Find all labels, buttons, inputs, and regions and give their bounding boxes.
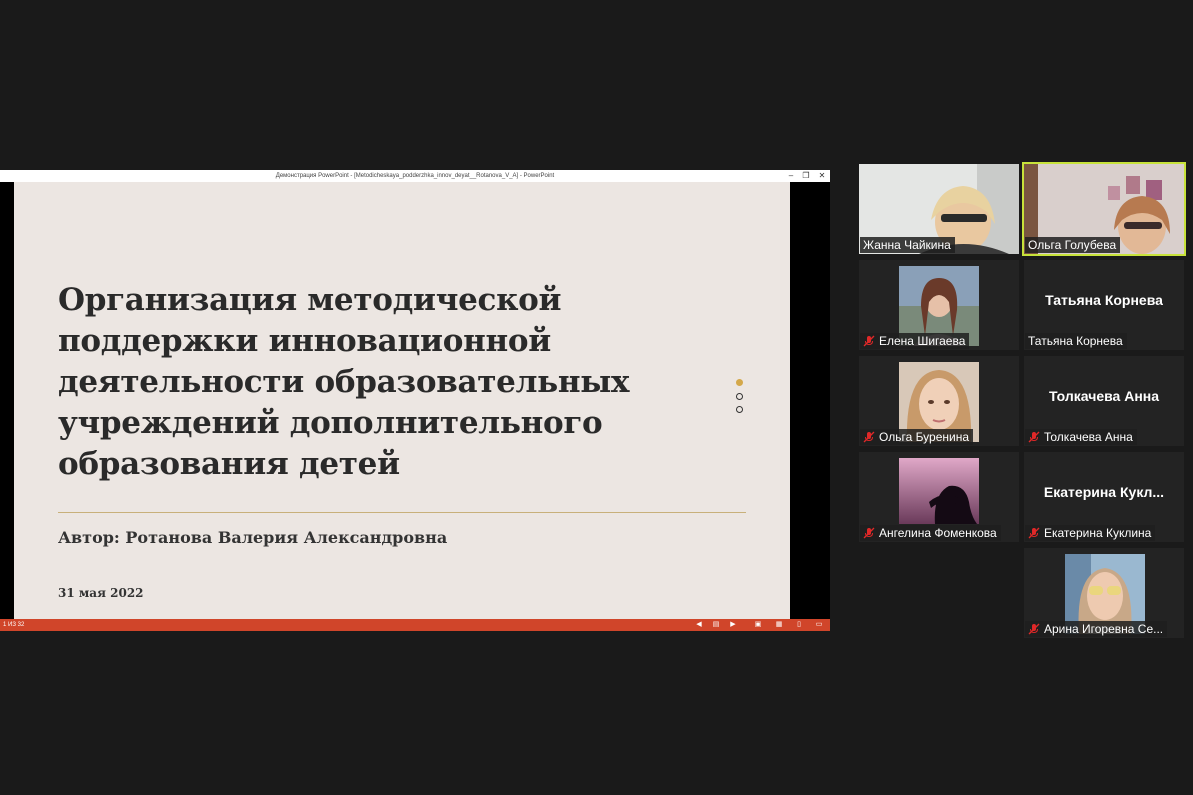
shared-screen: Демонстрация PowerPoint - [Metodicheskay…	[0, 170, 830, 631]
ppt-statusbar: 1 ИЗ 32 ◀ ▤ ▶ ▣ ▦ ▯ ▭	[0, 619, 830, 631]
slide-title-line: деятельности образовательных	[58, 364, 630, 400]
participant-name: Толкачева Анна	[1044, 430, 1133, 444]
mic-muted-icon	[863, 335, 875, 347]
slide-title-line: Организация методической	[58, 282, 562, 318]
slide-menu-icon[interactable]: ▤	[712, 621, 720, 629]
participant-tile[interactable]: Арина Игоревна Се...	[1024, 548, 1184, 638]
participant-name: Татьяна Корнева	[1028, 334, 1123, 348]
mic-muted-icon	[1028, 431, 1040, 443]
participant-tile[interactable]: Елена Шигаева	[859, 260, 1019, 350]
slideshow-icon[interactable]: ▭	[815, 621, 823, 629]
ppt-titlebar: Демонстрация PowerPoint - [Metodicheskay…	[0, 170, 830, 182]
mic-muted-icon	[1028, 623, 1040, 635]
dot	[736, 392, 743, 400]
participant-tile[interactable]: Жанна Чайкина	[859, 164, 1019, 254]
participant-video	[899, 458, 979, 524]
participant-name: Екатерина Куклина	[1044, 526, 1152, 540]
participant-name: Ольга Буренина	[879, 430, 970, 444]
reading-view-icon[interactable]: ▯	[795, 621, 803, 629]
participant-tile[interactable]: Екатерина Кукл... Екатерина Куклина	[1024, 452, 1184, 542]
participant-tile[interactable]: Ангелина Фоменкова	[859, 452, 1019, 542]
slide[interactable]: Организация методической поддержки иннов…	[14, 182, 790, 619]
participant-tile[interactable]: Татьяна Корнева Татьяна Корнева	[1024, 260, 1184, 350]
slide-author: Автор: Ротанова Валерия Александровна	[58, 528, 448, 547]
participant-nameplate: Жанна Чайкина	[860, 237, 955, 253]
participant-name: Ангелина Фоменкова	[879, 526, 997, 540]
mic-muted-icon	[1028, 527, 1040, 539]
slide-title-line: поддержки инновационной	[58, 323, 551, 359]
slide-title-line: образования детей	[58, 446, 400, 482]
participant-nameplate: Толкачева Анна	[1025, 429, 1137, 445]
minimize-icon[interactable]: –	[784, 170, 798, 182]
next-slide-icon[interactable]: ▶	[729, 621, 737, 629]
participant-nameplate: Арина Игоревна Се...	[1025, 621, 1168, 637]
participant-nameplate: Ангелина Фоменкова	[860, 525, 1001, 541]
participant-nameplate: Ольга Голубева	[1025, 237, 1121, 253]
ppt-window-title: Демонстрация PowerPoint - [Metodicheskay…	[275, 173, 555, 179]
slide-title: Организация методической поддержки иннов…	[58, 280, 698, 485]
dot	[736, 406, 743, 413]
participant-display-name: Екатерина Кукл...	[1043, 484, 1165, 500]
mic-muted-icon	[863, 527, 875, 539]
participant-name: Ольга Голубева	[1028, 238, 1117, 252]
participant-nameplate: Татьяна Корнева	[1025, 333, 1127, 349]
normal-view-icon[interactable]: ▣	[754, 621, 762, 629]
participant-nameplate: Ольга Буренина	[860, 429, 974, 445]
dot-active	[736, 379, 743, 386]
participant-nameplate: Екатерина Куклина	[1025, 525, 1156, 541]
slide-sorter-icon[interactable]: ▦	[775, 621, 783, 629]
slide-area: Организация методической поддержки иннов…	[0, 182, 830, 619]
participant-tile[interactable]: Толкачева Анна Толкачева Анна	[1024, 356, 1184, 446]
participant-name: Елена Шигаева	[879, 334, 966, 348]
participant-name: Жанна Чайкина	[863, 238, 951, 252]
participant-nameplate: Елена Шигаева	[860, 333, 970, 349]
participant-display-name: Татьяна Корнева	[1045, 292, 1163, 308]
slide-date: 31 мая 2022	[58, 586, 144, 600]
close-icon[interactable]: ✕	[815, 170, 829, 182]
slide-divider	[58, 512, 746, 513]
restore-icon[interactable]: ❐	[799, 170, 813, 182]
mic-muted-icon	[863, 431, 875, 443]
participant-tile[interactable]: Ольга Буренина	[859, 356, 1019, 446]
slide-dots	[736, 379, 746, 420]
prev-slide-icon[interactable]: ◀	[695, 621, 703, 629]
participant-name: Арина Игоревна Се...	[1044, 622, 1164, 636]
slide-title-line: учреждений дополнительного	[58, 405, 603, 441]
participant-tile-active[interactable]: Ольга Голубева	[1022, 162, 1186, 256]
participant-display-name: Толкачева Анна	[1048, 388, 1160, 404]
slide-counter: 1 ИЗ 32	[3, 622, 25, 628]
